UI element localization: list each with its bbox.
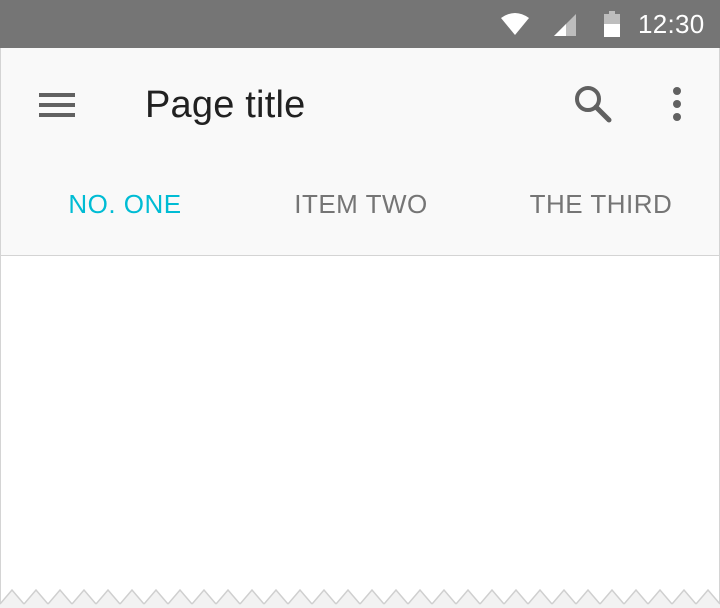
hamburger-menu-icon[interactable] [35,88,79,122]
battery-icon [604,11,620,42]
cellular-signal-icon [552,13,578,42]
status-time: 12:30 [638,9,705,39]
tab-the-third[interactable]: THE THIRD [481,152,720,256]
status-bar: 12:30 [0,0,720,48]
search-icon[interactable] [569,82,617,126]
torn-edge-decoration [0,584,720,608]
app-bar: Page title NO. ONE ITEM TWO THE THIRD [0,48,720,356]
tab-bar: NO. ONE ITEM TWO THE THIRD [1,152,720,356]
phone-screen: 12:30 Page title NO. ONE ITEM TWO THE TH… [0,0,720,608]
tab-no-one[interactable]: NO. ONE [5,152,245,256]
page-title: Page title [145,84,306,126]
more-vert-icon[interactable] [665,82,689,126]
content-area [0,256,720,608]
tab-item-two[interactable]: ITEM TWO [241,152,481,256]
wifi-icon [500,12,530,41]
